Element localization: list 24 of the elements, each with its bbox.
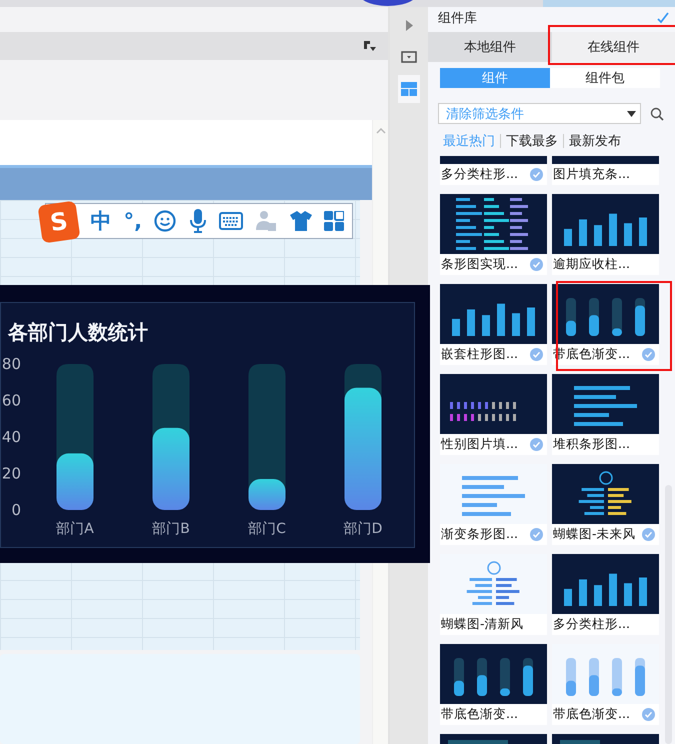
category-label: 部门D xyxy=(344,521,382,537)
card-title: 多分类柱形... xyxy=(553,616,630,633)
card-title: 带底色渐变... xyxy=(553,706,630,723)
card-title: 图片填充条... xyxy=(553,166,630,183)
card-title: 逾期应收柱... xyxy=(553,256,630,273)
category-label: 部门C xyxy=(248,521,286,537)
card-title: 渐变条形图... xyxy=(441,526,518,543)
axis-tick-label: 60 xyxy=(2,392,21,410)
card-title: 带底色渐变... xyxy=(441,706,518,723)
category-label: 部门A xyxy=(56,521,94,537)
axis-tick-label: 80 xyxy=(2,355,21,373)
card-title: 蝴蝶图-未来风 xyxy=(553,526,636,543)
card-title: 蝴蝶图-清新风 xyxy=(441,616,524,633)
card-title: 堆积条形图... xyxy=(553,436,630,453)
axis-tick-label: 0 xyxy=(11,501,21,519)
card-title: 多分类柱形... xyxy=(441,166,518,183)
axis-tick-label: 40 xyxy=(2,428,21,446)
category-label: 部门B xyxy=(152,521,190,537)
card-title: 嵌套柱形图... xyxy=(441,346,518,363)
card-title: 条形图实现... xyxy=(441,256,518,273)
chart-title: 各部门人数统计 xyxy=(8,319,148,346)
panel-title: 组件库 xyxy=(438,10,477,27)
axis-tick-label: 20 xyxy=(2,464,21,482)
card-title: 性别图片填... xyxy=(441,436,518,453)
